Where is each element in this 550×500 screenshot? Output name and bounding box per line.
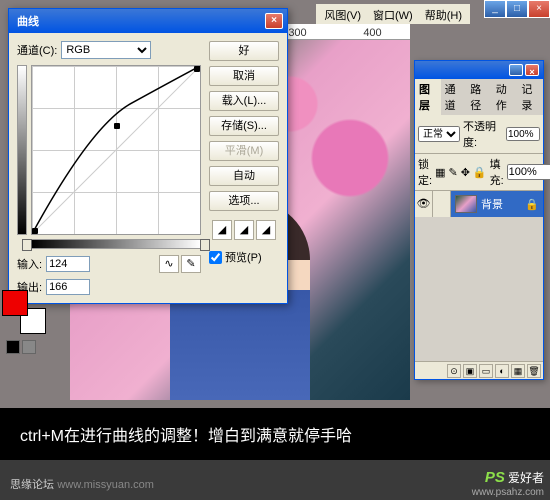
eyedropper-gray-icon[interactable]: ◢ xyxy=(234,220,254,240)
foreground-color-swatch[interactable] xyxy=(2,290,28,316)
brand-text: 爱好者 xyxy=(508,471,544,485)
blend-mode-select[interactable]: 正常 xyxy=(418,126,460,142)
load-button[interactable]: 载入(L)... xyxy=(209,91,279,111)
mode-swatches xyxy=(6,340,36,354)
tab-history[interactable]: 记录 xyxy=(517,79,543,115)
layers-min-button[interactable]: _ xyxy=(509,64,523,76)
fill-label: 填充: xyxy=(490,156,504,188)
main-menu: 风图(V) 窗口(W) 帮助(H) xyxy=(316,4,470,24)
fill-field[interactable] xyxy=(507,164,550,180)
curve-anchor[interactable] xyxy=(114,123,120,129)
lock-label: 锁定: xyxy=(418,156,432,188)
quickmask-on-icon[interactable] xyxy=(22,340,36,354)
instruction-caption: ctrl+M在进行曲线的调整！增白到满意就停手哈 xyxy=(0,408,550,460)
input-gradient xyxy=(31,239,201,249)
curves-dialog: 曲线 × 通道(C): RGB xyxy=(8,8,288,304)
brand-url: www.psahz.com xyxy=(472,487,544,498)
layers-close-button[interactable]: × xyxy=(525,64,539,76)
tab-paths[interactable]: 路径 xyxy=(466,79,492,115)
channel-select[interactable]: RGB xyxy=(61,41,151,59)
output-gradient xyxy=(17,65,27,235)
input-value-field[interactable] xyxy=(46,256,90,272)
options-button[interactable]: 选项... xyxy=(209,191,279,211)
channel-label: 通道(C): xyxy=(17,42,57,58)
smooth-button: 平滑(M) xyxy=(209,141,279,161)
curve-anchor[interactable] xyxy=(32,228,38,234)
layer-list: 👁 背景 🔒 xyxy=(415,191,543,361)
curves-close-button[interactable]: × xyxy=(265,13,283,29)
layer-visibility-icon[interactable]: 👁 xyxy=(415,191,433,217)
curves-titlebar[interactable]: 曲线 × xyxy=(9,9,287,33)
layers-panel-footer: ⊙ ▣ ▭ ◐ ▦ 🗑 xyxy=(415,361,543,379)
save-button[interactable]: 存储(S)... xyxy=(209,116,279,136)
curve-anchor[interactable] xyxy=(194,66,200,72)
mask-icon[interactable]: ▣ xyxy=(463,364,477,378)
menu-view[interactable]: 风图(V) xyxy=(324,7,361,21)
fx-icon[interactable]: ⊙ xyxy=(447,364,461,378)
layer-row[interactable]: 👁 背景 🔒 xyxy=(415,191,543,217)
quickmask-off-icon[interactable] xyxy=(6,340,20,354)
lock-trans-icon[interactable]: ▦ xyxy=(435,166,445,179)
tab-actions[interactable]: 动作 xyxy=(492,79,518,115)
preview-checkbox[interactable] xyxy=(209,251,222,264)
lock-all-icon[interactable]: 🔒 xyxy=(473,166,487,179)
menu-window[interactable]: 窗口(W) xyxy=(373,7,413,21)
tab-channels[interactable]: 通道 xyxy=(441,79,467,115)
main-window-buttons: _ □ × xyxy=(484,0,550,18)
footer-bar: 思缘论坛 www.missyuan.com PS 爱好者 www.psahz.c… xyxy=(0,460,550,500)
ok-button[interactable]: 好 xyxy=(209,41,279,61)
preview-label: 预览(P) xyxy=(225,249,262,265)
trash-icon[interactable]: 🗑 xyxy=(527,364,541,378)
brand-logo: PS xyxy=(485,469,505,486)
menu-help[interactable]: 帮助(H) xyxy=(425,7,462,21)
curve-path xyxy=(32,66,200,234)
new-layer-icon[interactable]: ▦ xyxy=(511,364,525,378)
layers-panel: _ × 图层 通道 路径 动作 记录 正常 不透明度: 锁定: ▦ ✎ ✥ 🔒 … xyxy=(414,60,544,380)
ruler-tick: 300 xyxy=(288,27,306,39)
opacity-field[interactable] xyxy=(506,127,540,141)
color-swatches[interactable] xyxy=(2,290,46,334)
tab-layers[interactable]: 图层 xyxy=(415,79,441,115)
opacity-label: 不透明度: xyxy=(463,118,503,150)
layers-titlebar[interactable]: _ × xyxy=(415,61,543,79)
main-max-button[interactable]: □ xyxy=(506,0,528,18)
footer-left: 思缘论坛 www.missyuan.com xyxy=(10,476,154,492)
adjust-icon[interactable]: ◐ xyxy=(495,364,509,378)
layer-link-cell[interactable] xyxy=(433,191,451,217)
curve-tool-icon[interactable]: ∿ xyxy=(159,255,179,273)
curves-title: 曲线 xyxy=(13,13,265,29)
cancel-button[interactable]: 取消 xyxy=(209,66,279,86)
folder-icon[interactable]: ▭ xyxy=(479,364,493,378)
main-min-button[interactable]: _ xyxy=(484,0,506,18)
lock-move-icon[interactable]: ✥ xyxy=(461,166,470,179)
pencil-tool-icon[interactable]: ✎ xyxy=(181,255,201,273)
eyedropper-black-icon[interactable]: ◢ xyxy=(212,220,232,240)
eyedropper-white-icon[interactable]: ◢ xyxy=(256,220,276,240)
layer-name: 背景 xyxy=(481,196,503,212)
ruler-tick: 400 xyxy=(363,27,381,39)
footer-right: PS 爱好者 www.psahz.com xyxy=(472,469,544,498)
layer-thumbnail[interactable] xyxy=(455,195,477,213)
auto-button[interactable]: 自动 xyxy=(209,166,279,186)
lock-paint-icon[interactable]: ✎ xyxy=(448,166,457,179)
output-value-field[interactable] xyxy=(46,279,90,295)
main-close-button[interactable]: × xyxy=(528,0,550,18)
panel-tabs: 图层 通道 路径 动作 记录 xyxy=(415,79,543,115)
input-label: 输入: xyxy=(17,256,42,272)
curve-graph[interactable] xyxy=(31,65,201,235)
layer-lock-icon: 🔒 xyxy=(525,198,539,211)
